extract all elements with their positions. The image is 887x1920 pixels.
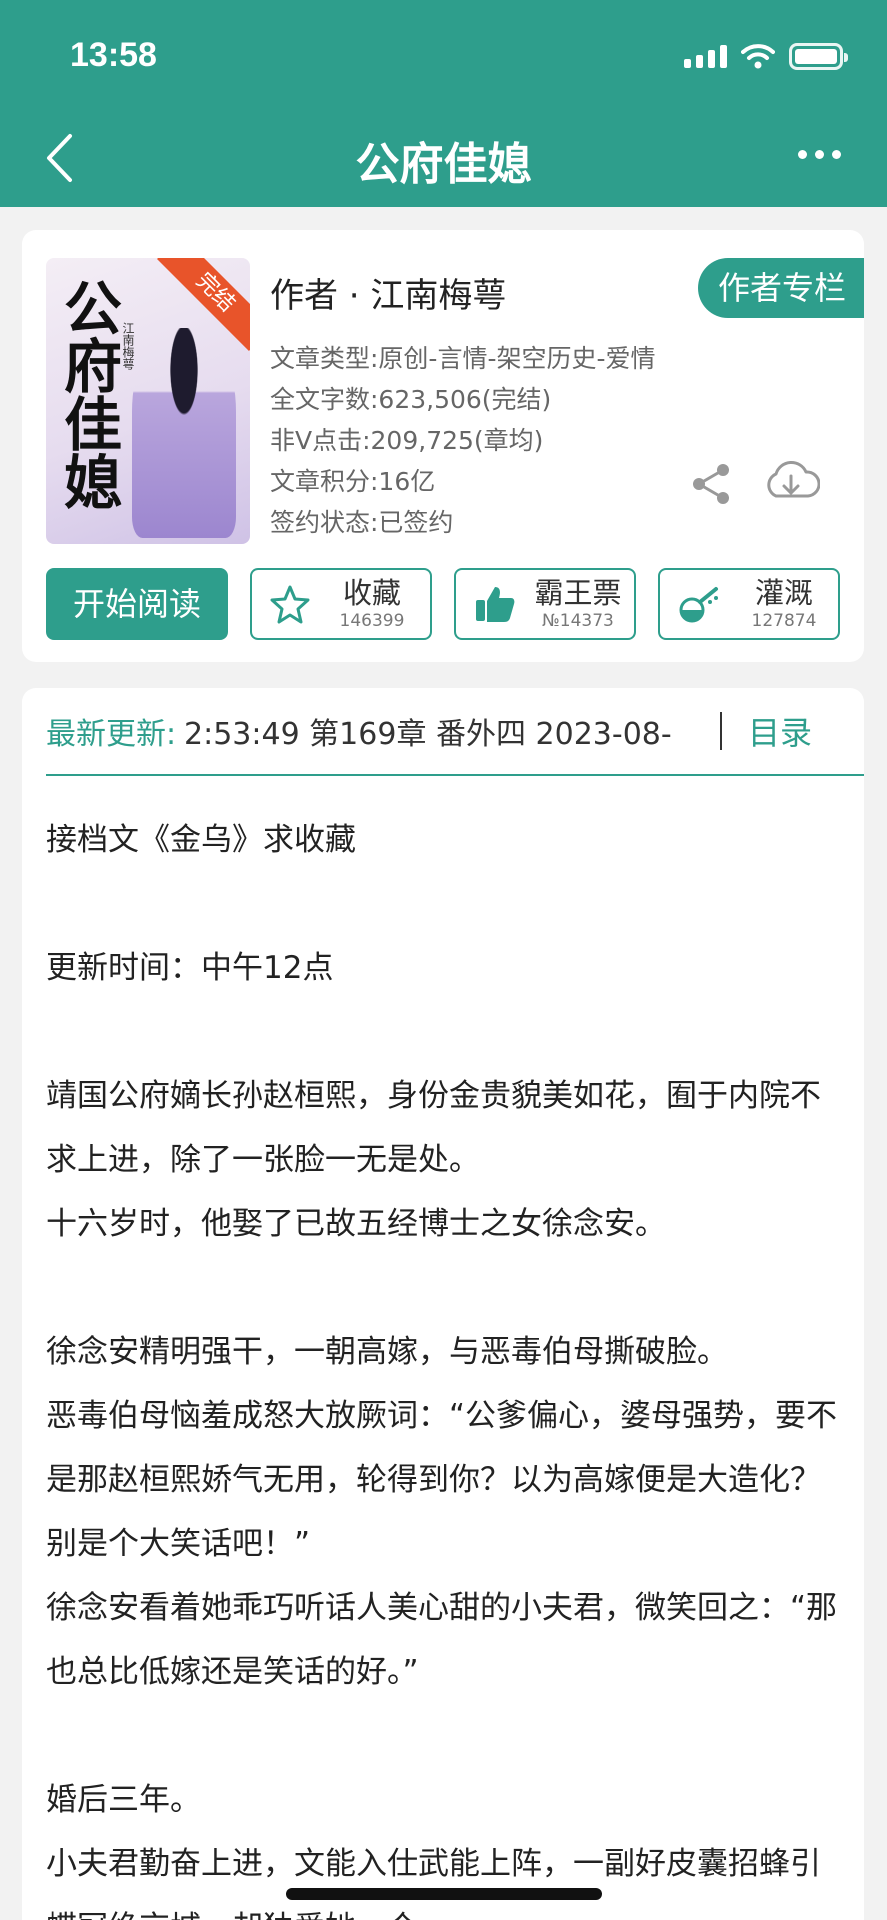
water-button[interactable]: 灌溉 127874 bbox=[658, 568, 840, 640]
battery-icon bbox=[789, 42, 848, 70]
status-icons bbox=[684, 40, 848, 72]
watering-icon bbox=[679, 587, 718, 623]
meta-clicks: 非Ⅴ点击:209,725(章均) bbox=[270, 426, 544, 455]
book-introduction: 接档文《金乌》求收藏 更新时间：中午12点 靖国公府嫡长孙赵桓熙，身份金贵貌美如… bbox=[46, 822, 838, 1920]
share-icon[interactable] bbox=[690, 462, 732, 506]
start-reading-button[interactable]: 开始阅读 bbox=[46, 568, 228, 640]
app-header: 13:58 公府佳媳 bbox=[0, 0, 887, 207]
cover-title: 公府佳媳 bbox=[54, 278, 122, 510]
vote-label: 霸王票 bbox=[534, 576, 622, 610]
page-title: 公府佳媳 bbox=[355, 139, 532, 190]
meta-score: 文章积分:16亿 bbox=[270, 467, 436, 496]
latest-update-label: 最新更新: bbox=[46, 717, 177, 752]
thumbs-up-icon bbox=[476, 587, 515, 622]
cover-illustration bbox=[132, 328, 236, 538]
meta-word-count: 全文字数:623,506(完结) bbox=[270, 385, 552, 414]
meta-contract: 签约状态:已签约 bbox=[270, 508, 454, 537]
favorite-button[interactable]: 收藏 146399 bbox=[250, 568, 432, 640]
water-count: 127874 bbox=[751, 611, 817, 631]
latest-update-bar[interactable]: 最新更新: 2:53:49 第169章 番外四 2023-08- 目录 bbox=[46, 688, 864, 776]
favorite-count: 146399 bbox=[339, 611, 405, 631]
favorite-label: 收藏 bbox=[342, 576, 401, 610]
book-cover[interactable]: 公府佳媳 江南梅萼 完结 bbox=[46, 258, 250, 544]
more-dots-icon[interactable] bbox=[798, 150, 841, 159]
action-buttons: 开始阅读 收藏 146399 霸王票 №14373 灌溉 127874 bbox=[46, 568, 844, 640]
divider bbox=[720, 712, 722, 750]
cloud-download-icon[interactable] bbox=[762, 458, 820, 504]
book-intro-card: 最新更新: 2:53:49 第169章 番外四 2023-08- 目录 接档文《… bbox=[22, 688, 864, 1920]
latest-update-marquee[interactable]: 2:53:49 第169章 番外四 2023-08- bbox=[184, 709, 710, 753]
cover-author: 江南梅萼 bbox=[121, 322, 135, 370]
wifi-icon bbox=[741, 44, 775, 69]
author-column-button[interactable]: 作者专栏 bbox=[697, 258, 864, 318]
vote-button[interactable]: 霸王票 №14373 bbox=[454, 568, 636, 640]
star-icon bbox=[270, 585, 310, 624]
meta-genre: 文章类型:原创-言情-架空历史-爱情 bbox=[270, 344, 656, 373]
book-meta: 文章类型:原创-言情-架空历史-爱情 全文字数:623,506(完结) 非Ⅴ点击… bbox=[270, 338, 656, 543]
table-of-contents-button[interactable]: 目录 bbox=[748, 708, 812, 754]
author-name[interactable]: 作者 · 江南梅萼 bbox=[270, 268, 506, 317]
status-time: 13:58 bbox=[70, 36, 157, 74]
water-label: 灌溉 bbox=[754, 576, 813, 610]
vote-count: №14373 bbox=[542, 611, 614, 631]
cellular-signal-icon bbox=[684, 44, 727, 68]
home-indicator bbox=[286, 1888, 602, 1900]
book-info-card: 公府佳媳 江南梅萼 完结 作者 · 江南梅萼 作者专栏 文章类型:原创-言情-架… bbox=[22, 230, 864, 662]
